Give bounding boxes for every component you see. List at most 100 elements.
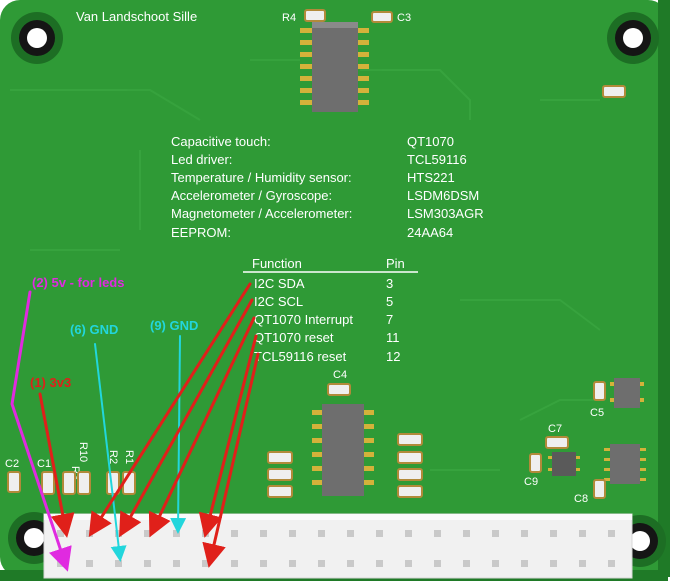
capacitor-c7 xyxy=(545,436,569,449)
sensor-ic-right xyxy=(610,378,644,408)
header-pin xyxy=(521,530,528,537)
component-row: Magnetometer / Accelerometer: LSM303AGR xyxy=(171,206,484,221)
header-pin xyxy=(434,530,441,537)
header-pin xyxy=(434,560,441,567)
designator-c4: C4 xyxy=(333,369,347,381)
pin-function: I2C SDA xyxy=(254,276,305,291)
mounting-hole-top-left xyxy=(11,12,63,64)
capacitor-c2 xyxy=(7,471,21,493)
designator-c2: C2 xyxy=(5,458,19,470)
header-pin xyxy=(579,560,586,567)
capacitor-c8 xyxy=(593,479,606,499)
mounting-hole-top-right xyxy=(607,12,659,64)
header-pin xyxy=(318,530,325,537)
header-pin xyxy=(376,530,383,537)
capacitor-c9 xyxy=(529,453,542,473)
pin-number: 5 xyxy=(386,294,393,309)
resistor-r3 xyxy=(62,471,76,495)
pin-number: 12 xyxy=(386,349,400,364)
resistor-r4 xyxy=(304,9,326,22)
header-pin xyxy=(231,560,238,567)
header-pin xyxy=(347,530,354,537)
capacitor-c4 xyxy=(327,383,351,396)
designator-r10: R10 xyxy=(77,442,89,462)
header-pin xyxy=(202,560,209,567)
header-pin xyxy=(115,560,122,567)
accelerometer-ic xyxy=(548,452,580,476)
annotation-gnd-9: (9) GND xyxy=(150,318,198,333)
header-pin xyxy=(144,560,151,567)
component-part: QT1070 xyxy=(407,134,454,149)
pin-number: 11 xyxy=(386,330,400,345)
header-pin xyxy=(608,530,615,537)
designator-c3: C3 xyxy=(397,12,411,24)
component-part: 24AA64 xyxy=(407,225,453,240)
gpio-header xyxy=(43,513,633,579)
designator-c7: C7 xyxy=(548,423,562,435)
component-row: Accelerometer / Gyroscope: LSDM6DSM xyxy=(171,188,479,203)
header-pin xyxy=(260,530,267,537)
pin-function: I2C SCL xyxy=(254,294,303,309)
header-pin xyxy=(579,530,586,537)
pin-table-header-function: Function xyxy=(252,256,302,271)
header-pin xyxy=(173,560,180,567)
header-pin xyxy=(347,560,354,567)
pin-function: QT1070 reset xyxy=(254,330,334,345)
component-label: Temperature / Humidity sensor: xyxy=(171,170,352,185)
header-pin xyxy=(463,560,470,567)
pin-table-header-pin: Pin xyxy=(386,256,405,271)
header-pin xyxy=(405,530,412,537)
component-label: EEPROM: xyxy=(171,225,231,240)
component-part: LSDM6DSM xyxy=(407,188,479,203)
pcb-render: Van Landschoot Sille R4 C3 Capacitive to… xyxy=(0,0,670,581)
resistor-r10 xyxy=(77,471,91,495)
header-pin xyxy=(550,530,557,537)
component-label: Accelerometer / Gyroscope: xyxy=(171,188,332,203)
capacitor-c5 xyxy=(593,381,606,401)
component-part: LSM303AGR xyxy=(407,206,484,221)
author-label: Van Landschoot Sille xyxy=(76,9,197,24)
designator-r1: R1 xyxy=(123,450,135,464)
header-pin xyxy=(463,530,470,537)
header-pin xyxy=(405,560,412,567)
designator-c5: C5 xyxy=(590,407,604,419)
annotation-3v3: (1) 3v3 xyxy=(30,375,71,390)
smd-part-right xyxy=(602,85,626,98)
header-pin xyxy=(173,530,180,537)
magnetometer-ic xyxy=(604,444,646,484)
designator-c8: C8 xyxy=(574,493,588,505)
header-pin xyxy=(376,560,383,567)
component-part: HTS221 xyxy=(407,170,455,185)
header-pin xyxy=(521,560,528,567)
component-label: Capacitive touch: xyxy=(171,134,271,149)
header-pin xyxy=(289,560,296,567)
header-pin xyxy=(144,530,151,537)
resistor-array-left xyxy=(267,451,293,498)
header-pin xyxy=(231,530,238,537)
pin-function: TCL59116 reset xyxy=(254,349,347,364)
designator-c9: C9 xyxy=(524,476,538,488)
header-pin xyxy=(492,560,499,567)
designator-r4: R4 xyxy=(282,12,296,24)
component-label: Led driver: xyxy=(171,152,232,167)
header-pin xyxy=(550,560,557,567)
header-pin xyxy=(318,560,325,567)
pin-number: 3 xyxy=(386,276,393,291)
header-pin xyxy=(260,560,267,567)
designator-c1: C1 xyxy=(37,458,51,470)
component-row: Temperature / Humidity sensor: HTS221 xyxy=(171,170,455,185)
capacitor-c3 xyxy=(371,11,393,23)
annotation-gnd-6: (6) GND xyxy=(70,322,118,337)
component-part: TCL59116 xyxy=(407,152,467,167)
pcb-edge xyxy=(658,0,670,577)
pin-number: 7 xyxy=(386,312,393,327)
header-pin xyxy=(57,530,64,537)
annotation-5v: (2) 5v - for leds xyxy=(32,275,124,290)
header-pin xyxy=(608,560,615,567)
header-pin xyxy=(86,560,93,567)
header-pin xyxy=(289,530,296,537)
pin-function: QT1070 Interrupt xyxy=(254,312,353,327)
capacitor-c1 xyxy=(41,471,55,495)
component-label: Magnetometer / Accelerometer: xyxy=(171,206,352,221)
header-pin xyxy=(492,530,499,537)
